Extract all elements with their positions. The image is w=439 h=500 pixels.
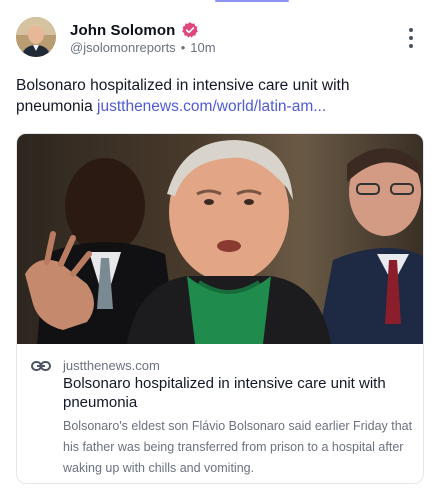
post-text: Bolsonaro hospitalized in intensive care… <box>16 75 416 117</box>
author-meta: @jsolomonreports • 10m <box>70 40 216 55</box>
link-domain[interactable]: justthenews.com <box>63 358 160 373</box>
link-preview-image[interactable] <box>17 134 423 344</box>
link-title[interactable]: Bolsonaro hospitalized in intensive care… <box>63 374 413 412</box>
verified-badge-icon <box>182 22 199 38</box>
more-vertical-icon <box>409 28 413 32</box>
post-time[interactable]: 10m <box>190 40 215 55</box>
author-handle[interactable]: @jsolomonreports <box>70 40 176 55</box>
link-preview-card[interactable]: justthenews.com Bolsonaro hospitalized i… <box>16 133 424 484</box>
link-icon <box>31 360 51 371</box>
author-name[interactable]: John Solomon <box>70 22 175 39</box>
post: John Solomon @jsolomonreports • 10m Bols… <box>0 0 439 500</box>
author-name-row: John Solomon <box>70 20 199 40</box>
avatar[interactable] <box>16 17 56 57</box>
more-options-button[interactable] <box>403 28 419 48</box>
link-description: Bolsonaro's eldest son Flávio Bolsonaro … <box>63 419 413 475</box>
meta-separator: • <box>180 40 186 55</box>
avatar-image <box>16 17 56 57</box>
post-link[interactable]: justthenews.com/world/latin-am... <box>97 98 326 115</box>
link-domain-row: justthenews.com <box>31 358 160 373</box>
